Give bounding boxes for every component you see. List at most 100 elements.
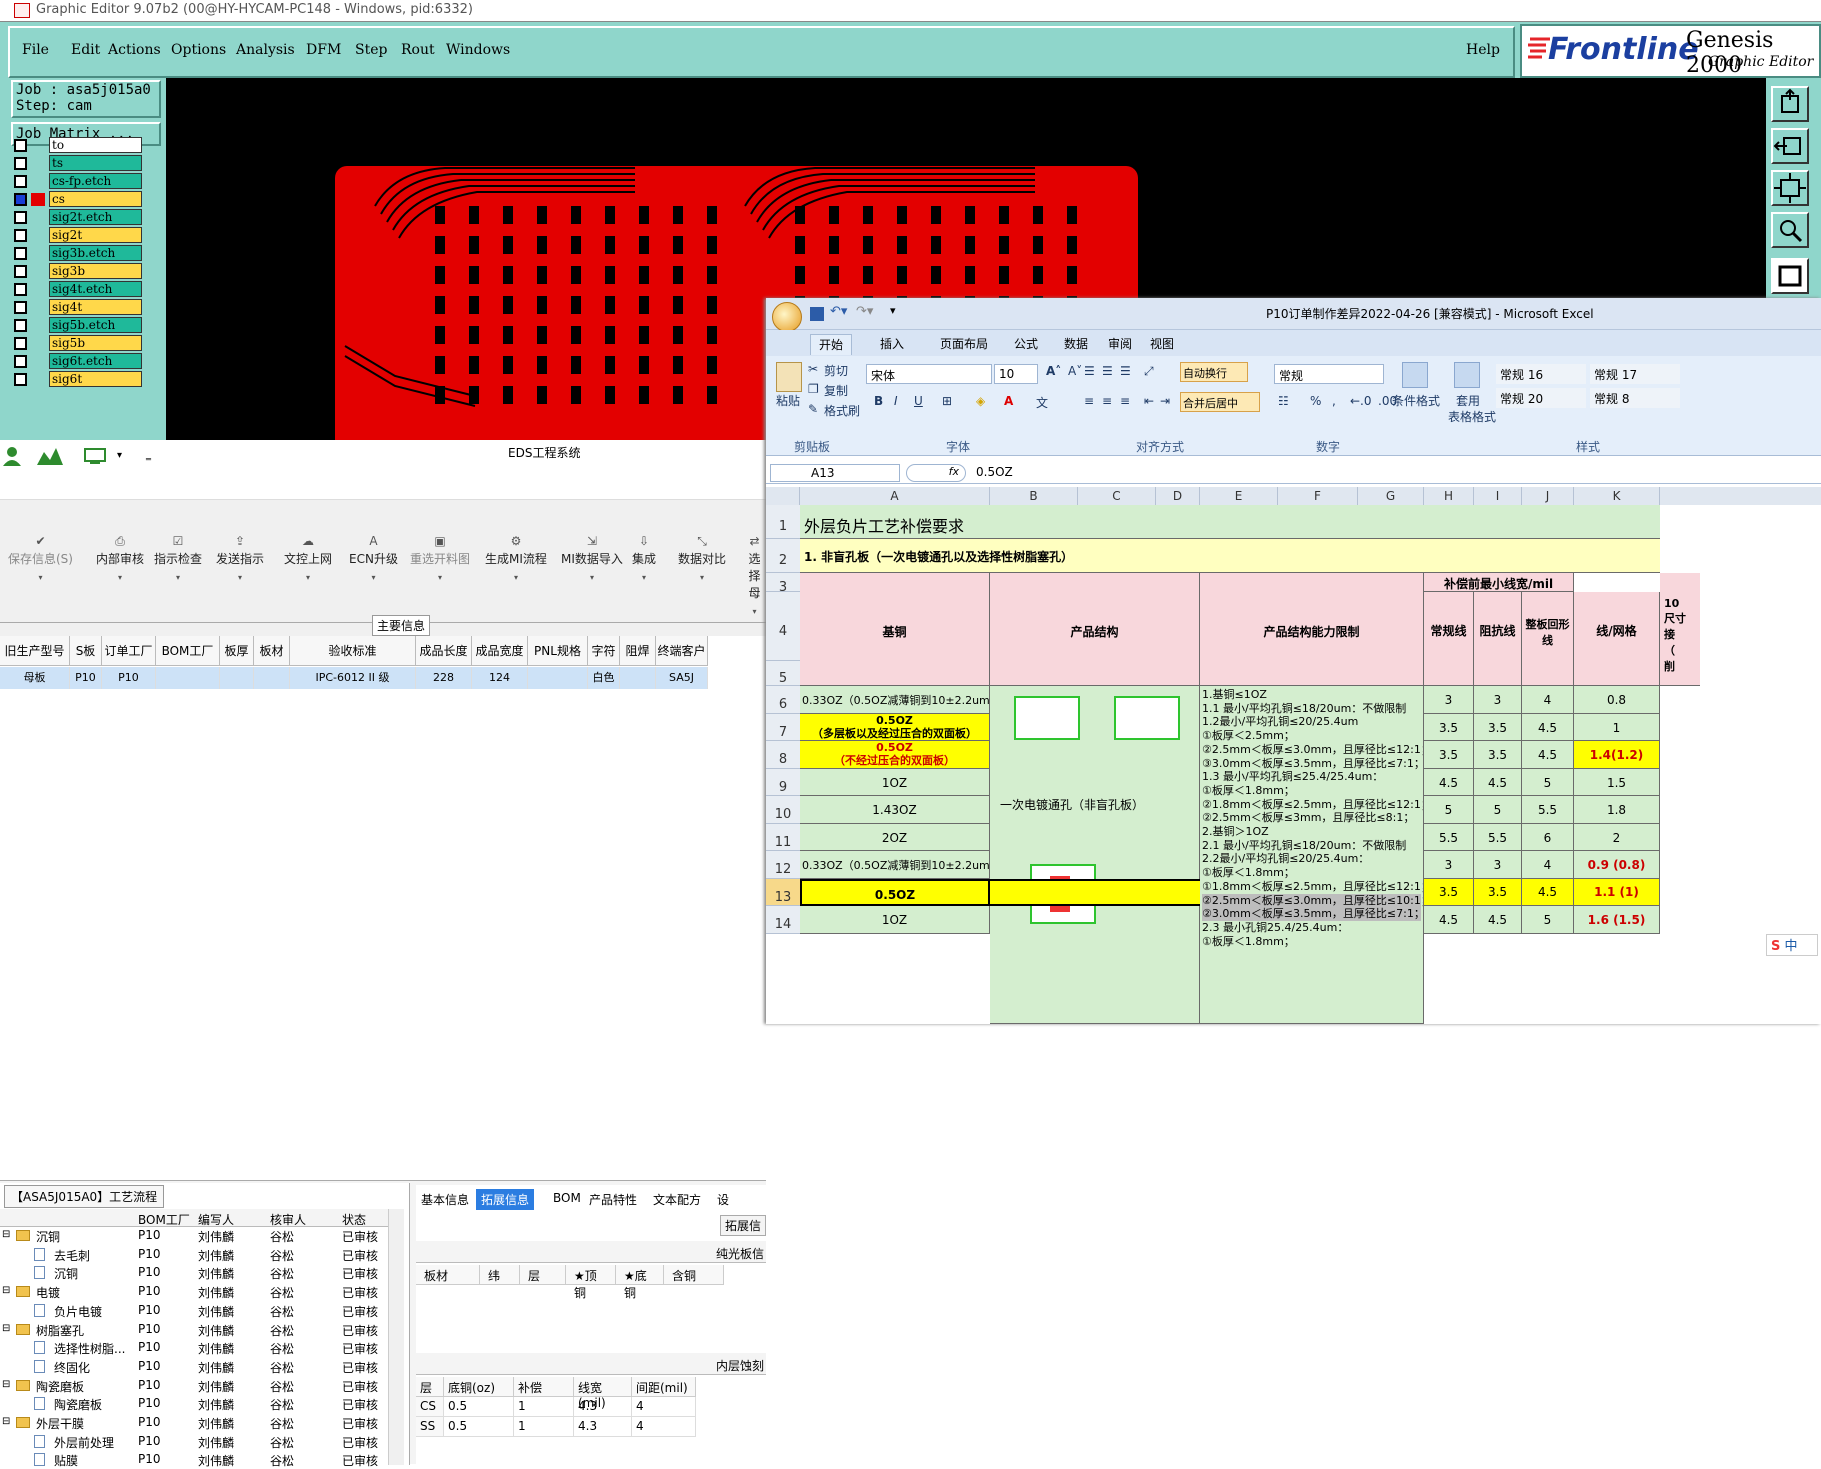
value-cell[interactable]: 4.5 bbox=[1522, 714, 1574, 741]
inner-etch-header-cell[interactable]: 间距(mil) bbox=[632, 1377, 696, 1397]
base-copper-cell[interactable]: 0.5OZ （不经过压合的双面板） bbox=[800, 741, 990, 769]
grid-header-cell[interactable]: 板材 bbox=[254, 636, 290, 666]
menu-actions[interactable]: Actions bbox=[108, 42, 161, 58]
conditional-format-button[interactable]: 条件格式 bbox=[1392, 392, 1440, 409]
tool-dropdown-icon[interactable]: ▾ bbox=[632, 573, 656, 582]
base-copper-cell[interactable]: 0.5OZ （多层板以及经过压合的双面板） bbox=[800, 714, 990, 741]
value-cell[interactable]: 4.5 bbox=[1474, 906, 1522, 934]
row-header[interactable]: 10 bbox=[766, 796, 800, 824]
tool-dropdown-icon[interactable]: ▾ bbox=[561, 573, 623, 582]
layer-checkbox[interactable] bbox=[14, 265, 27, 278]
increase-decimal-icon[interactable]: ←.0 bbox=[1350, 394, 1372, 408]
save-icon[interactable] bbox=[810, 307, 824, 321]
cut-button[interactable]: 剪切 bbox=[824, 362, 848, 379]
row-header[interactable]: 9 bbox=[766, 769, 800, 796]
layer-checkbox[interactable] bbox=[14, 319, 27, 332]
grid-cell[interactable]: P10 bbox=[70, 667, 102, 689]
table-format-label2[interactable]: 表格格式 bbox=[1448, 408, 1496, 425]
tool-button[interactable]: ⇩ 集成 ▾ bbox=[632, 534, 656, 582]
row-header[interactable]: 3 bbox=[766, 573, 800, 595]
expand-icon[interactable]: ⊟ bbox=[2, 1379, 10, 1390]
grid-header-cell[interactable]: S板 bbox=[70, 636, 102, 666]
base-copper-cell[interactable]: 2OZ bbox=[800, 824, 990, 851]
bold-icon[interactable]: B bbox=[874, 394, 883, 408]
header-normal-line[interactable]: 常规线 bbox=[1424, 592, 1474, 686]
value-cell[interactable]: 6 bbox=[1522, 824, 1574, 851]
ribbon-tab[interactable]: 数据 bbox=[1056, 335, 1096, 352]
tool-button[interactable]: A ECN升级 ▾ bbox=[349, 534, 398, 582]
phonetic-icon[interactable]: 文 bbox=[1036, 394, 1048, 411]
value-cell[interactable]: 4 bbox=[1522, 851, 1574, 879]
merge-center-button[interactable]: 合并后居中 bbox=[1180, 392, 1260, 412]
tool-dropdown-icon[interactable]: ▾ bbox=[743, 607, 766, 616]
column-header[interactable]: C bbox=[1078, 487, 1156, 505]
header-ring-line[interactable]: 整板回形线 bbox=[1522, 592, 1574, 686]
inner-etch-header-cell[interactable]: 底铜(oz) bbox=[444, 1377, 514, 1397]
style-normal-16[interactable]: 常规 16 bbox=[1496, 364, 1586, 384]
pure-board-header-cell[interactable]: 纬 bbox=[480, 1265, 520, 1285]
base-copper-cell[interactable]: 0.33OZ（0.5OZ减薄铜到10±2.2um） bbox=[800, 686, 990, 714]
value-cell[interactable]: 1.5 bbox=[1574, 769, 1660, 796]
header-structure[interactable]: 产品结构 bbox=[990, 573, 1200, 686]
grid-cell[interactable]: 228 bbox=[416, 667, 472, 689]
layer-checkbox[interactable] bbox=[14, 211, 27, 224]
underline-icon[interactable]: U bbox=[914, 394, 923, 408]
grid-cell[interactable]: SA5J bbox=[656, 667, 708, 689]
style-normal-20[interactable]: 常规 20 bbox=[1496, 388, 1586, 408]
value-cell[interactable]: 2 bbox=[1574, 824, 1660, 851]
zoom-back-icon[interactable] bbox=[1771, 128, 1809, 164]
expand-icon[interactable]: ⊟ bbox=[2, 1416, 10, 1427]
value-cell[interactable]: 0.8 bbox=[1574, 686, 1660, 714]
layer-checkbox[interactable] bbox=[14, 283, 27, 296]
office-button[interactable] bbox=[772, 302, 802, 332]
menu-dfm[interactable]: DFM bbox=[306, 42, 341, 58]
paste-icon[interactable] bbox=[776, 362, 802, 392]
layer-checkbox[interactable] bbox=[14, 337, 27, 350]
menu-file[interactable]: File bbox=[22, 42, 49, 58]
pure-board-header-cell[interactable]: 层 bbox=[520, 1265, 566, 1285]
style-normal-17[interactable]: 常规 17 bbox=[1590, 364, 1680, 384]
grid-header-cell[interactable]: PNL规格 bbox=[528, 636, 588, 666]
align-center-icon[interactable]: ≡ bbox=[1102, 394, 1112, 408]
value-cell[interactable]: 5 bbox=[1424, 796, 1474, 824]
customize-qat-icon[interactable]: ▾ bbox=[890, 304, 896, 317]
grid-cell[interactable]: IPC-6012 II 级 bbox=[290, 667, 416, 689]
inner-etch-cell[interactable]: 1 bbox=[514, 1397, 574, 1417]
tool-button[interactable]: ⚙ 生成MI流程 ▾ bbox=[485, 534, 547, 582]
toolbar-dropdown-icon[interactable]: ▾ bbox=[117, 450, 122, 461]
copy-icon[interactable]: ❐ bbox=[808, 382, 819, 396]
layer-row[interactable]: sig2t bbox=[12, 226, 142, 245]
flow-row[interactable]: 终固化 P10 刘伟麟 谷松 已审核 bbox=[0, 1358, 388, 1376]
ribbon-tab[interactable]: 视图 bbox=[1142, 335, 1182, 352]
copy-button[interactable]: 复制 bbox=[824, 382, 848, 399]
align-right-icon[interactable]: ≡ bbox=[1120, 394, 1130, 408]
orientation-icon[interactable]: ⤢ bbox=[1144, 364, 1154, 379]
value-cell[interactable]: 4.5 bbox=[1424, 769, 1474, 796]
layer-checkbox[interactable] bbox=[14, 247, 27, 260]
select-all-corner[interactable] bbox=[766, 487, 800, 505]
zoom-area-icon[interactable] bbox=[1771, 212, 1809, 248]
detail-tab[interactable]: 文本配方 bbox=[648, 1189, 706, 1210]
value-cell[interactable]: 1.1 (1) bbox=[1574, 879, 1660, 906]
paste-label[interactable]: 粘贴 bbox=[776, 392, 800, 409]
tool-button[interactable]: ⇲ MI数据导入 ▾ bbox=[561, 534, 623, 582]
flow-scrollbar[interactable] bbox=[388, 1209, 404, 1465]
undo-icon[interactable]: ↶▾ bbox=[830, 304, 847, 319]
value-cell[interactable]: 1 bbox=[1574, 714, 1660, 741]
grid-header-cell[interactable]: 成品长度 bbox=[416, 636, 472, 666]
value-cell[interactable]: 1.6 (1.5) bbox=[1574, 906, 1660, 934]
row-header[interactable]: 14 bbox=[766, 906, 800, 934]
tool-button[interactable]: ✔ 保存信息(S) ▾ bbox=[8, 534, 73, 582]
column-header[interactable]: H bbox=[1424, 487, 1474, 505]
sheet-title[interactable]: 外层负片工艺补偿要求 bbox=[800, 505, 1660, 539]
layer-checkbox[interactable] bbox=[14, 373, 27, 386]
value-cell[interactable]: 5.5 bbox=[1424, 824, 1474, 851]
expand-icon[interactable]: ⊟ bbox=[2, 1323, 10, 1334]
tool-button[interactable]: ⎙ 内部审核 ▾ bbox=[96, 534, 144, 582]
layer-row[interactable]: ts bbox=[12, 154, 142, 173]
row-header[interactable]: 1 bbox=[766, 505, 800, 539]
header-extra-col[interactable]: 10 尺寸接 （ 削 bbox=[1660, 573, 1700, 686]
value-cell[interactable]: 4.5 bbox=[1474, 769, 1522, 796]
inner-etch-cell[interactable]: 4.3 bbox=[574, 1397, 632, 1417]
accounting-icon[interactable]: ☷ bbox=[1278, 394, 1289, 408]
